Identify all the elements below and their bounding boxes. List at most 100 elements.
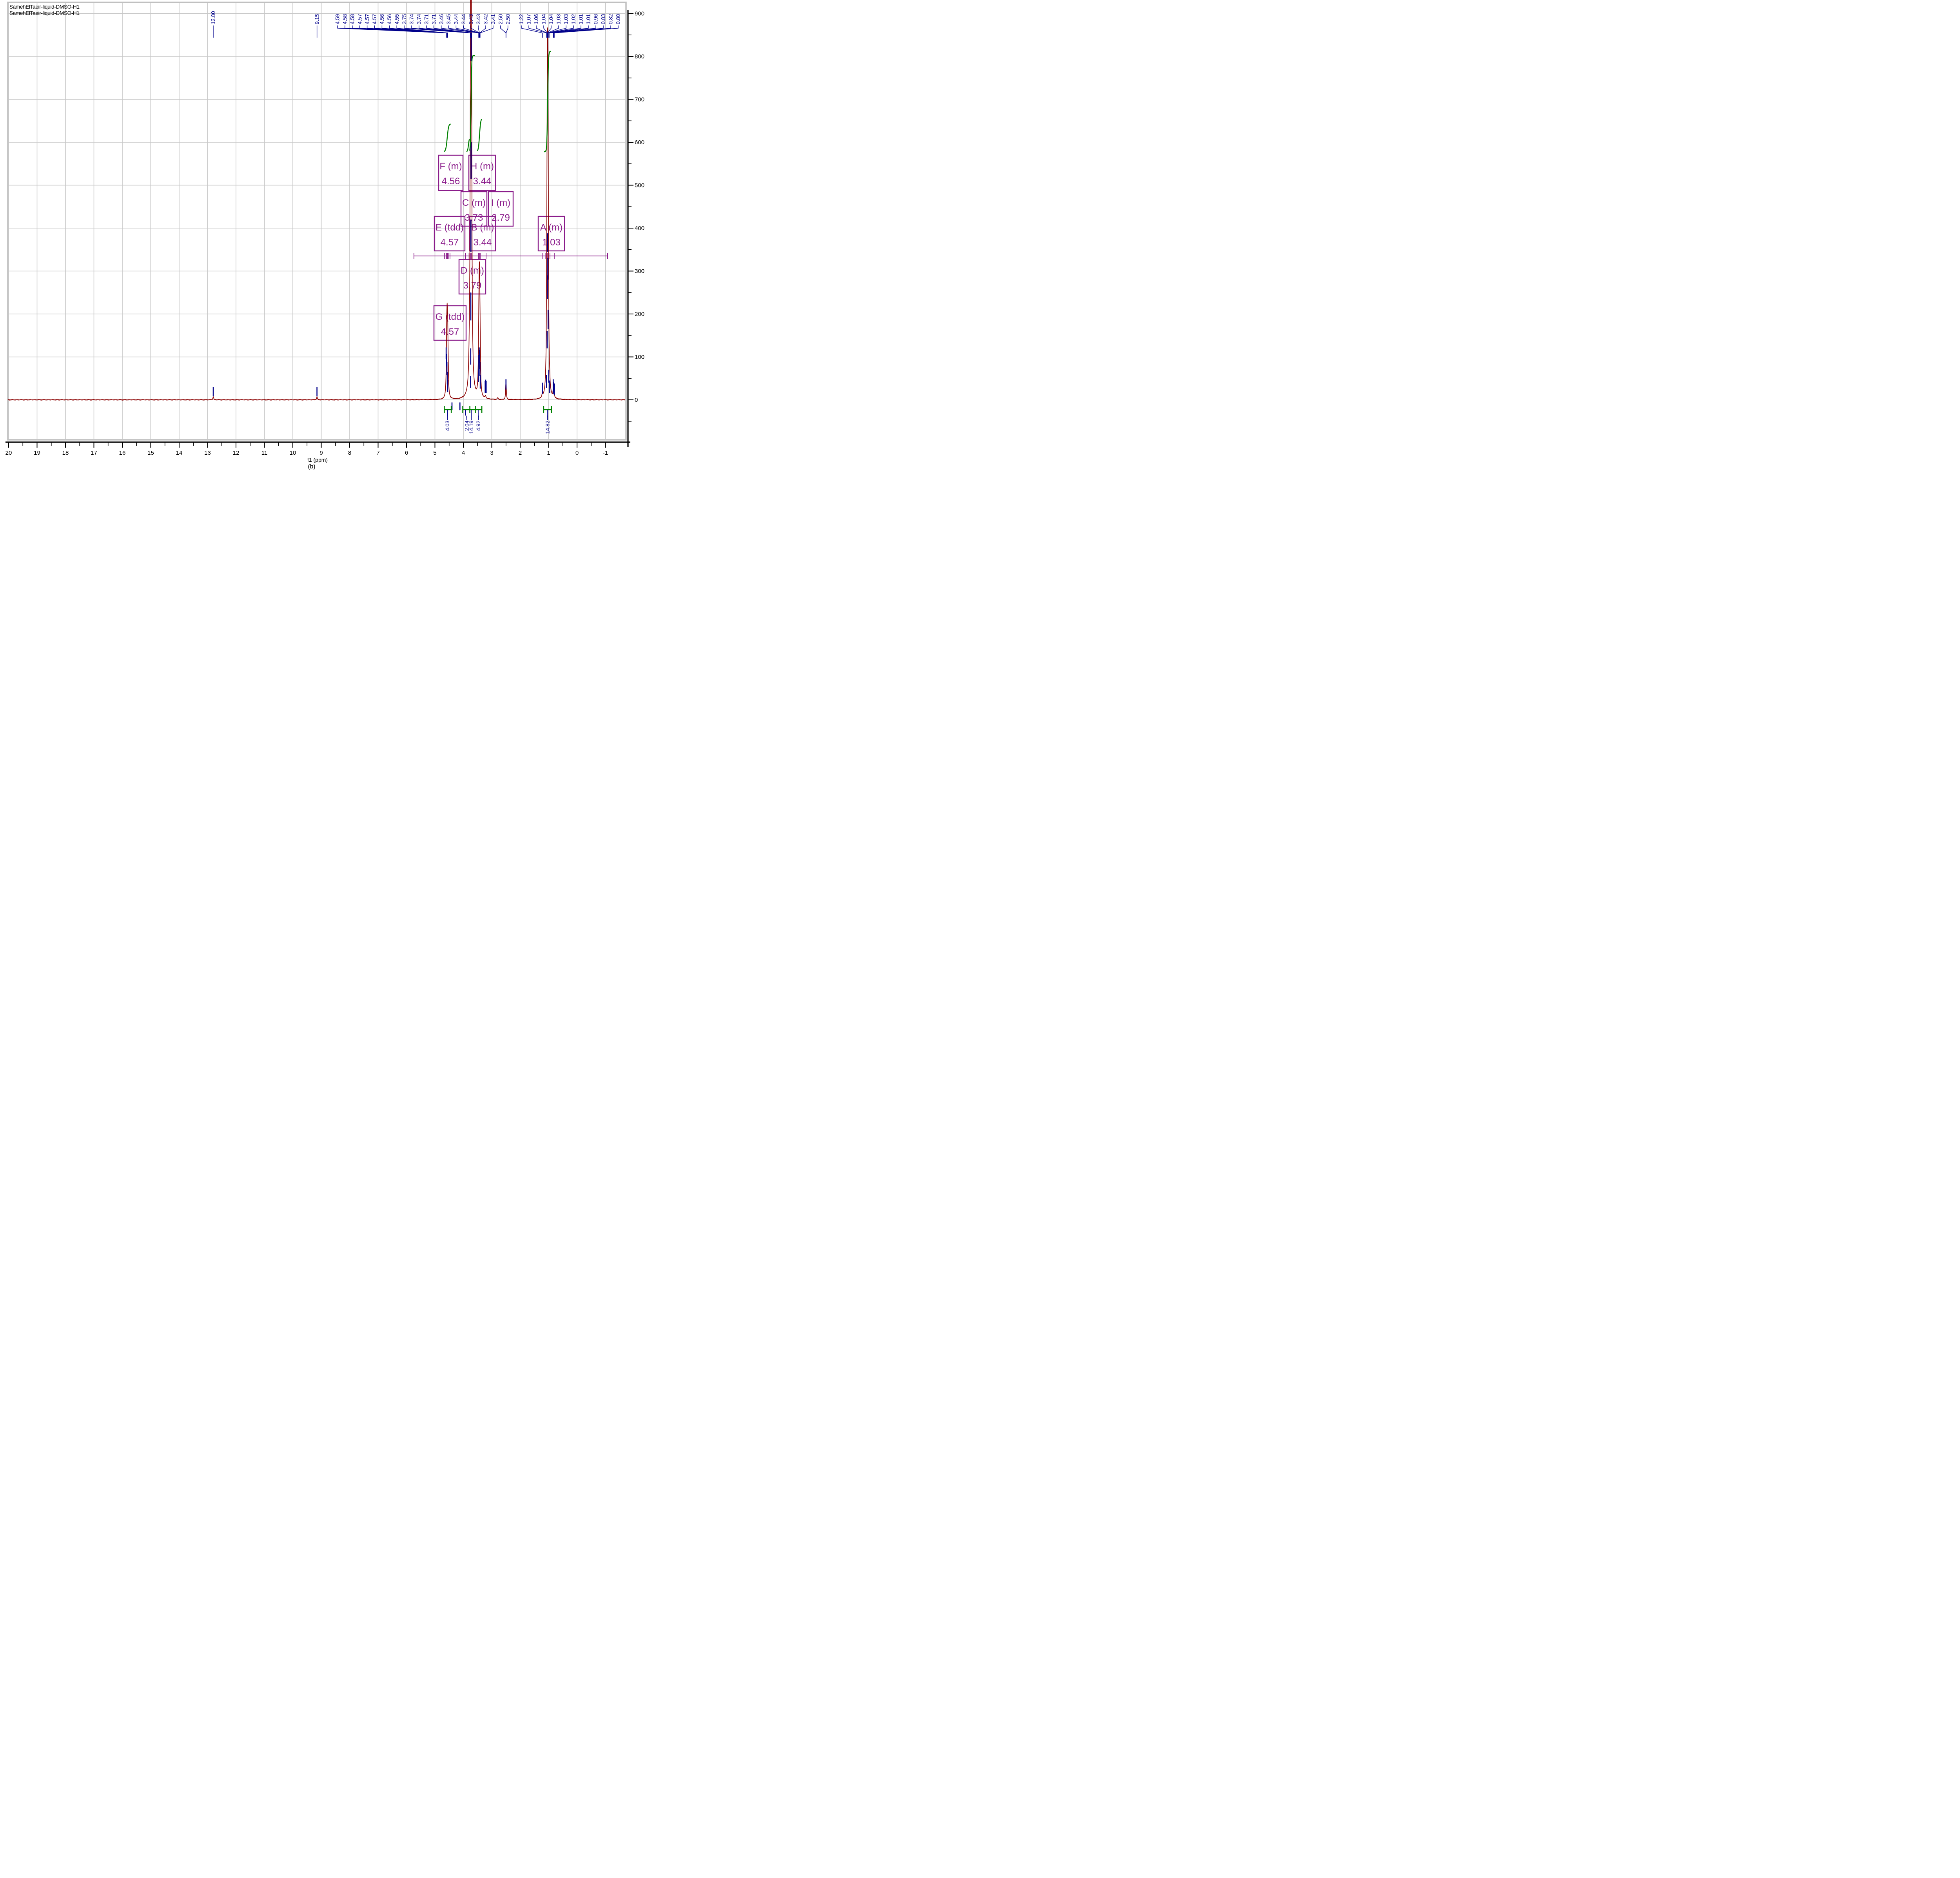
- y-axis-tick-label: 300: [635, 268, 644, 275]
- integral-value: 14.19: [468, 421, 474, 434]
- integral-value: 4.03: [445, 421, 450, 431]
- multiplet-label-I: I (m): [491, 198, 510, 208]
- x-axis-tick-label: 20: [5, 450, 12, 456]
- y-axis-tick-label: 600: [635, 139, 644, 146]
- x-axis-tick-label: 12: [233, 450, 240, 456]
- x-axis-tick-label: 15: [147, 450, 154, 456]
- multiplet-label-G: G (tdd): [436, 312, 465, 322]
- peak-label: 3.42: [483, 14, 489, 24]
- multiplet-label-A: A (m): [540, 222, 563, 233]
- x-axis-tick-label: 19: [34, 450, 40, 456]
- x-axis-tick-label: 13: [204, 450, 211, 456]
- peak-label: 0.82: [608, 14, 614, 24]
- peak-label: 4.57: [357, 14, 363, 24]
- peak-label: 0.96: [593, 14, 599, 24]
- peak-label: 4.57: [364, 14, 370, 24]
- peak-label: 3.45: [446, 14, 452, 24]
- x-axis-tick-label: 4: [462, 450, 465, 456]
- x-axis-tick-label: 14: [176, 450, 183, 456]
- x-axis-tick-label: 16: [119, 450, 126, 456]
- x-axis-tick-label: 6: [405, 450, 408, 456]
- peak-label: 3.41: [490, 14, 496, 24]
- x-axis-tick-label: 1: [547, 450, 550, 456]
- peak-label: 3.43: [475, 14, 481, 24]
- x-axis-title: f1 (ppm): [307, 457, 328, 463]
- x-axis-tick-label: 10: [290, 450, 296, 456]
- peak-label: 1.01: [578, 14, 584, 24]
- multiplet-label-H: H (m): [470, 161, 494, 172]
- peak-label: 4.58: [342, 14, 348, 24]
- peak-label: 1.02: [571, 14, 577, 24]
- x-axis-tick-label: 11: [261, 450, 268, 456]
- peak-label: 4.58: [350, 14, 356, 24]
- peak-label: 3.43: [468, 14, 474, 24]
- peak-label: 0.80: [615, 14, 621, 24]
- multiplet-shift-G: 4.57: [441, 327, 459, 337]
- nmr-spectrum-plot: F (m) 4.56 H (m) 3.44 C (m) 3.73 I (m) 2.79 E (t…: [5, 0, 644, 470]
- x-axis-tick-label: 0: [575, 450, 579, 456]
- figure-caption: (b): [308, 463, 316, 470]
- peak-label: 1.06: [534, 14, 539, 24]
- y-axis-tick-label: 900: [635, 11, 644, 17]
- x-axis-tick-label: 18: [62, 450, 69, 456]
- y-axis-tick-label: 400: [635, 225, 644, 232]
- multiplet-shift-E: 4.57: [441, 237, 459, 248]
- x-axis-tick-label: -1: [603, 450, 608, 456]
- y-axis-tick-label: 200: [635, 311, 644, 318]
- y-axis-tick-label: 800: [635, 53, 644, 60]
- peak-label: 3.46: [438, 14, 444, 24]
- peak-label: 1.22: [519, 14, 524, 24]
- multiplet-shift-B: 3.44: [474, 237, 492, 248]
- y-axis-tick-label: 500: [635, 182, 644, 189]
- peak-label: 3.71: [424, 14, 430, 24]
- peak-label: 4.59: [335, 14, 341, 24]
- y-axis-tick-label: 100: [635, 354, 644, 361]
- multiplet-label-B: B (m): [471, 222, 494, 233]
- peak-label: 3.44: [453, 14, 459, 24]
- y-axis-tick-label: 700: [635, 96, 644, 103]
- peak-label: 3.74: [409, 14, 415, 24]
- peak-label: 1.03: [556, 14, 562, 24]
- peak-label: 4.56: [379, 14, 385, 24]
- x-axis-tick-label: 2: [519, 450, 522, 456]
- peak-label: 2.50: [505, 14, 511, 24]
- peak-label: 1.04: [541, 14, 547, 24]
- multiplet-label-F: F (m): [439, 161, 462, 172]
- x-axis-tick-label: 8: [348, 450, 351, 456]
- multiplet-shift-C: 3.73: [465, 212, 483, 223]
- multiplet-label-E: E (tdd): [436, 222, 464, 233]
- y-axis-tick-label: 0: [635, 397, 638, 403]
- peak-label: 1.01: [586, 14, 592, 24]
- multiplet-label-C: C (m): [462, 198, 486, 208]
- peak-label: 0.83: [601, 14, 606, 24]
- multiplet-shift-A: 1.03: [542, 237, 561, 248]
- multiplet-shift-I: 2.79: [492, 212, 510, 223]
- integral-value: 4.92: [475, 421, 481, 431]
- x-axis-tick-label: 7: [376, 450, 379, 456]
- x-axis-tick-label: 3: [490, 450, 493, 456]
- peak-label: 1.03: [563, 14, 569, 24]
- peak-label: 3.71: [431, 14, 437, 24]
- spectrum-title-line1: SamehElTaeir-liquid-DMSO-H1: [9, 4, 80, 10]
- peak-label: 4.55: [394, 14, 400, 24]
- peak-label: 3.44: [461, 14, 466, 24]
- multiplet-shift-H: 3.44: [473, 176, 492, 187]
- peak-label: 1.07: [526, 14, 532, 24]
- peak-label: 3.74: [416, 14, 422, 24]
- peak-label: 9.15: [314, 14, 320, 24]
- peak-label: 2.50: [498, 14, 504, 24]
- spectrum-title-line2: SamehElTaeir-liquid-DMSO-H1: [9, 10, 80, 16]
- peak-label: 12.80: [211, 11, 216, 24]
- x-axis-tick-label: 17: [91, 450, 97, 456]
- integral-leader: [478, 410, 479, 420]
- plot-frame: [7, 2, 627, 441]
- peak-label: 3.75: [401, 14, 407, 24]
- x-axis-tick-label: 9: [319, 450, 323, 456]
- integral-value: 14.82: [544, 421, 550, 434]
- multiplet-shift-F: 4.56: [442, 176, 460, 187]
- x-axis-tick-label: 5: [433, 450, 436, 456]
- peak-label: 1.04: [548, 14, 554, 24]
- peak-label: 4.57: [372, 14, 377, 24]
- plot-root: F (m) 4.56 H (m) 3.44 C (m) 3.73 I (m) 2.79 E (t…: [5, 0, 644, 470]
- nmr-report-page: F (m) 4.56 H (m) 3.44 C (m) 3.73 I (m) 2.79 E (t…: [0, 0, 650, 470]
